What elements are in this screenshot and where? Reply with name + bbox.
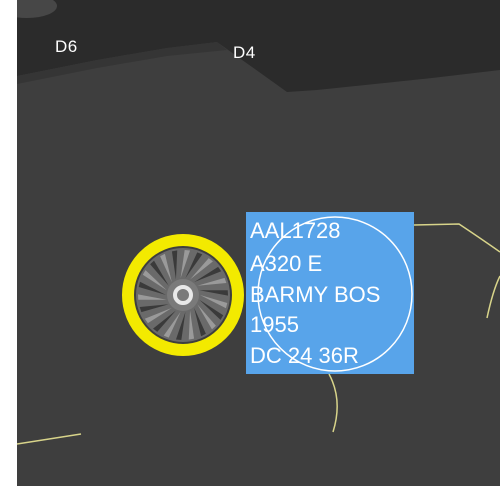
gate-label-d4: D4 (233, 43, 256, 62)
flight-data-block[interactable]: AAL1728 A320 E BARMY BOS 1955 DC 24 36R (246, 212, 414, 374)
screen-frame: D6 D4 AAL1728 A320 E BARMY BOS 1955 DC 2… (0, 0, 500, 486)
selected-aircraft-marker[interactable] (122, 234, 244, 356)
route-text: BARMY BOS (250, 282, 381, 307)
aircraft-engine-icon (122, 234, 244, 356)
aircraft-type-text: A320 E (250, 251, 323, 276)
gate-label-d6: D6 (55, 37, 78, 56)
runway-assignment-text: DC 24 36R (250, 343, 359, 368)
engine-hub (167, 279, 199, 311)
terminal-building (17, 0, 500, 92)
time-text: 1955 (250, 312, 299, 337)
airport-surface-map[interactable]: D6 D4 AAL1728 A320 E BARMY BOS 1955 DC 2… (17, 0, 500, 486)
callsign-text: AAL1728 (250, 218, 341, 243)
